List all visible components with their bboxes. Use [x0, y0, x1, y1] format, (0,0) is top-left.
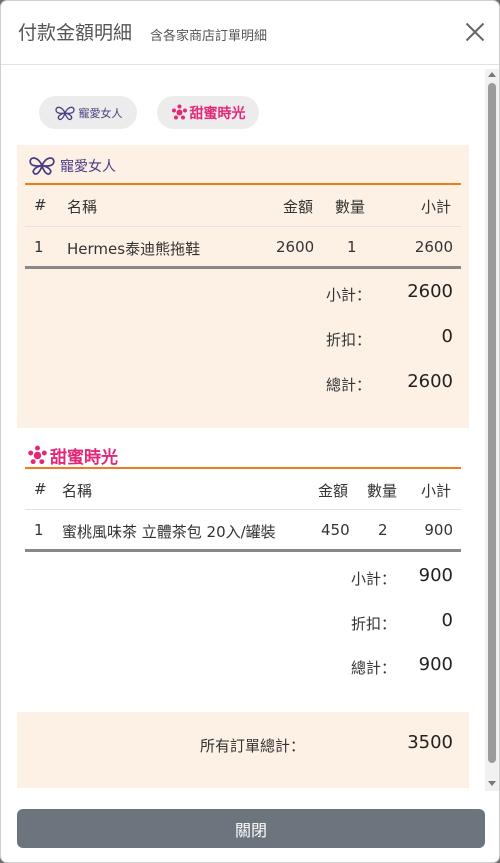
store-name: 寵愛女人 — [60, 158, 116, 175]
row-divider — [25, 509, 461, 510]
tianmi-logo: 甜蜜時光 — [27, 443, 118, 468]
table-bottom-border — [25, 266, 461, 269]
chongai-logo: 寵愛女人 — [27, 155, 116, 176]
modal-title: 付款金額明細 — [18, 22, 133, 44]
total-value: 900 — [418, 654, 453, 675]
cell-amount: 450 — [321, 521, 350, 539]
col-no: # — [34, 480, 47, 498]
cell-qty: 1 — [347, 238, 357, 256]
accent-divider — [25, 467, 461, 469]
tianmi-logo: 甜蜜時光 — [171, 103, 246, 123]
scrollbar-thumb[interactable] — [488, 83, 496, 763]
subtotal-label: 小計： — [351, 570, 397, 588]
cell-qty: 2 — [378, 521, 388, 539]
accent-divider — [25, 183, 461, 185]
scroll-down-icon[interactable] — [488, 781, 496, 786]
scroll-up-icon[interactable] — [488, 72, 496, 77]
col-subtotal: 小計 — [421, 482, 452, 500]
modal-header: 付款金額明細 含各家商店訂單明細 — [1, 1, 499, 65]
store-chip-tianmi[interactable]: 甜蜜時光 — [157, 96, 259, 129]
discount-label: 折扣： — [326, 331, 372, 349]
chongai-logo-text: 寵愛女人 — [78, 106, 123, 120]
col-amount: 金額 — [283, 198, 314, 216]
row-divider — [25, 226, 461, 227]
table-bottom-border — [25, 549, 461, 552]
col-qty: 數量 — [335, 198, 366, 216]
col-subtotal: 小計 — [421, 198, 452, 216]
grand-total-label: 所有訂單總計： — [200, 737, 306, 755]
payment-detail-modal: 付款金額明細 含各家商店訂單明細 寵愛女人 甜蜜時光 寵愛女人 # 名稱 金額 … — [0, 0, 500, 863]
cell-subtotal: 2600 — [414, 238, 453, 256]
cell-no: 1 — [34, 521, 44, 539]
subtotal-value: 900 — [418, 565, 453, 586]
discount-value: 0 — [441, 326, 453, 347]
store-section-chongai: 寵愛女人 # 名稱 金額 數量 小計 1 Hermes泰迪熊拖鞋 2600 1 … — [17, 145, 469, 428]
total-label: 總計： — [326, 376, 372, 394]
col-name: 名稱 — [67, 198, 98, 216]
store-section-tianmi: 甜蜜時光 # 名稱 金額 數量 小計 1 蜜桃風味茶 立體茶包 20入/罐裝 4… — [17, 433, 469, 698]
flower-icon — [171, 104, 187, 120]
close-button[interactable]: 關閉 — [17, 809, 485, 848]
subtotal-value: 2600 — [407, 281, 453, 302]
col-name: 名稱 — [62, 482, 93, 500]
discount-label: 折扣： — [351, 615, 397, 633]
total-label: 總計： — [351, 659, 397, 677]
col-amount: 金額 — [318, 482, 349, 500]
close-icon[interactable] — [465, 22, 485, 42]
modal-subtitle: 含各家商店訂單明細 — [150, 29, 268, 44]
cell-name: 蜜桃風味茶 立體茶包 20入/罐裝 — [62, 523, 276, 541]
cell-amount: 2600 — [276, 238, 315, 256]
grand-total-value: 3500 — [407, 732, 453, 753]
subtotal-label: 小計： — [326, 286, 372, 304]
butterfly-icon — [54, 106, 75, 120]
total-value: 2600 — [407, 371, 453, 392]
chongai-logo: 寵愛女人 — [54, 105, 123, 121]
scrollbar[interactable] — [485, 69, 499, 791]
cell-name: Hermes泰迪熊拖鞋 — [67, 240, 201, 258]
col-qty: 數量 — [367, 482, 398, 500]
flower-icon — [28, 445, 47, 465]
grand-total-panel: 所有訂單總計： 3500 — [17, 712, 469, 788]
cell-no: 1 — [34, 238, 44, 256]
store-name: 甜蜜時光 — [50, 448, 118, 468]
discount-value: 0 — [441, 610, 453, 631]
tianmi-logo-text: 甜蜜時光 — [189, 105, 246, 122]
store-chip-chongai[interactable]: 寵愛女人 — [39, 96, 137, 129]
cell-subtotal: 900 — [424, 521, 453, 539]
col-no: # — [34, 196, 47, 214]
butterfly-icon — [29, 157, 55, 175]
